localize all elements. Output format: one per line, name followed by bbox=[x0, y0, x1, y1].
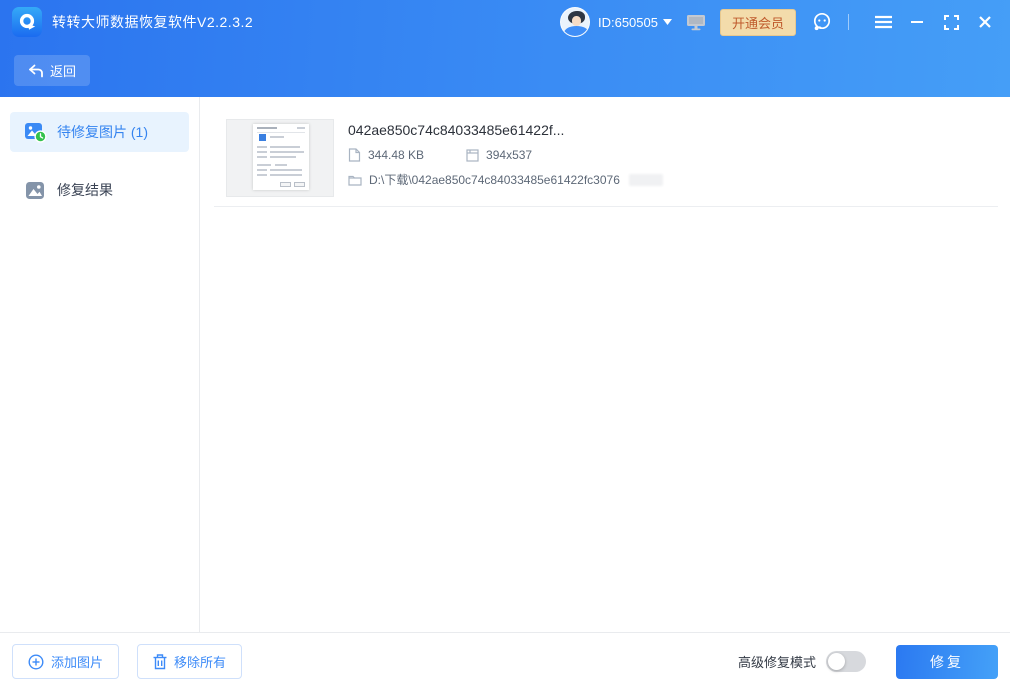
add-image-label: 添加图片 bbox=[51, 652, 103, 671]
pending-images-icon bbox=[25, 123, 46, 142]
file-size-icon bbox=[348, 148, 361, 162]
remove-all-button[interactable]: 移除所有 bbox=[137, 644, 242, 679]
app-title: 转转大师数据恢复软件V2.2.3.2 bbox=[52, 12, 253, 32]
file-path: D:\下载\042ae850c74c84033485e61422fc3076 bbox=[369, 171, 620, 188]
avatar-shirt bbox=[564, 26, 589, 37]
sidebar-item-pending-images[interactable]: 待修复图片 (1) bbox=[10, 112, 189, 152]
sidebar-item-label: 修复结果 bbox=[57, 180, 113, 200]
folder-icon bbox=[348, 174, 362, 186]
customer-service-icon[interactable] bbox=[811, 11, 833, 33]
app-logo-icon bbox=[12, 7, 42, 37]
minimize-button[interactable] bbox=[904, 9, 930, 35]
file-info: 042ae850c74c84033485e61422f... 344.48 KB bbox=[348, 119, 663, 188]
toggle-knob bbox=[828, 653, 845, 670]
titlebar-divider bbox=[848, 14, 849, 30]
dimensions-icon bbox=[466, 149, 479, 162]
monitor-icon[interactable] bbox=[686, 13, 706, 31]
file-path-row: D:\下载\042ae850c74c84033485e61422fc3076 bbox=[348, 171, 663, 188]
user-avatar[interactable] bbox=[560, 7, 590, 37]
file-list-item[interactable]: 042ae850c74c84033485e61422f... 344.48 KB bbox=[214, 119, 998, 197]
advanced-mode-label: 高级修复模式 bbox=[738, 652, 816, 671]
minimize-icon bbox=[910, 15, 924, 29]
user-id-label: ID:650505 bbox=[598, 15, 658, 30]
repair-button[interactable]: 修复 bbox=[896, 645, 998, 679]
redacted-text-blur bbox=[629, 174, 663, 186]
header: 转转大师数据恢复软件V2.2.3.2 ID:650505 bbox=[0, 0, 1010, 97]
maximize-button[interactable] bbox=[938, 9, 964, 35]
dropdown-caret-icon bbox=[663, 19, 672, 25]
user-id-dropdown[interactable]: ID:650505 bbox=[598, 15, 672, 30]
menu-icon bbox=[875, 15, 892, 29]
back-row: 返回 bbox=[0, 44, 1010, 86]
file-dimensions: 394x537 bbox=[486, 148, 532, 162]
titlebar-right: ID:650505 开通会员 bbox=[560, 7, 998, 37]
body: 待修复图片 (1) 修复结果 bbox=[0, 97, 1010, 632]
maximize-icon bbox=[944, 15, 959, 30]
back-button-label: 返回 bbox=[50, 61, 76, 80]
footer: 添加图片 移除所有 高级修复模式 修复 bbox=[0, 632, 1010, 690]
sidebar-item-label: 待修复图片 (1) bbox=[57, 122, 148, 142]
repair-results-icon bbox=[25, 181, 46, 200]
avatar-face bbox=[572, 16, 581, 26]
main-content: 042ae850c74c84033485e61422f... 344.48 KB bbox=[200, 97, 1010, 632]
file-size: 344.48 KB bbox=[368, 148, 424, 162]
list-item-divider bbox=[214, 206, 998, 207]
add-circle-icon bbox=[28, 654, 44, 670]
remove-all-label: 移除所有 bbox=[174, 652, 226, 671]
file-name: 042ae850c74c84033485e61422f... bbox=[348, 122, 663, 138]
advanced-mode-toggle[interactable] bbox=[826, 651, 866, 672]
add-image-button[interactable]: 添加图片 bbox=[12, 644, 119, 679]
back-arrow-icon bbox=[28, 64, 44, 78]
sidebar-item-repair-results[interactable]: 修复结果 bbox=[10, 170, 189, 210]
trash-icon bbox=[153, 654, 167, 670]
thumbnail-dialog-mock bbox=[253, 124, 309, 190]
sidebar: 待修复图片 (1) 修复结果 bbox=[0, 97, 200, 632]
titlebar: 转转大师数据恢复软件V2.2.3.2 ID:650505 bbox=[0, 0, 1010, 44]
menu-button[interactable] bbox=[870, 9, 896, 35]
file-thumbnail bbox=[226, 119, 334, 197]
close-button[interactable] bbox=[972, 9, 998, 35]
app-window: 转转大师数据恢复软件V2.2.3.2 ID:650505 bbox=[0, 0, 1010, 690]
footer-right: 高级修复模式 修复 bbox=[738, 645, 998, 679]
file-meta-row: 344.48 KB 394x537 bbox=[348, 148, 663, 162]
close-icon bbox=[978, 15, 992, 29]
back-button[interactable]: 返回 bbox=[14, 55, 90, 86]
vip-upgrade-button[interactable]: 开通会员 bbox=[720, 9, 796, 36]
